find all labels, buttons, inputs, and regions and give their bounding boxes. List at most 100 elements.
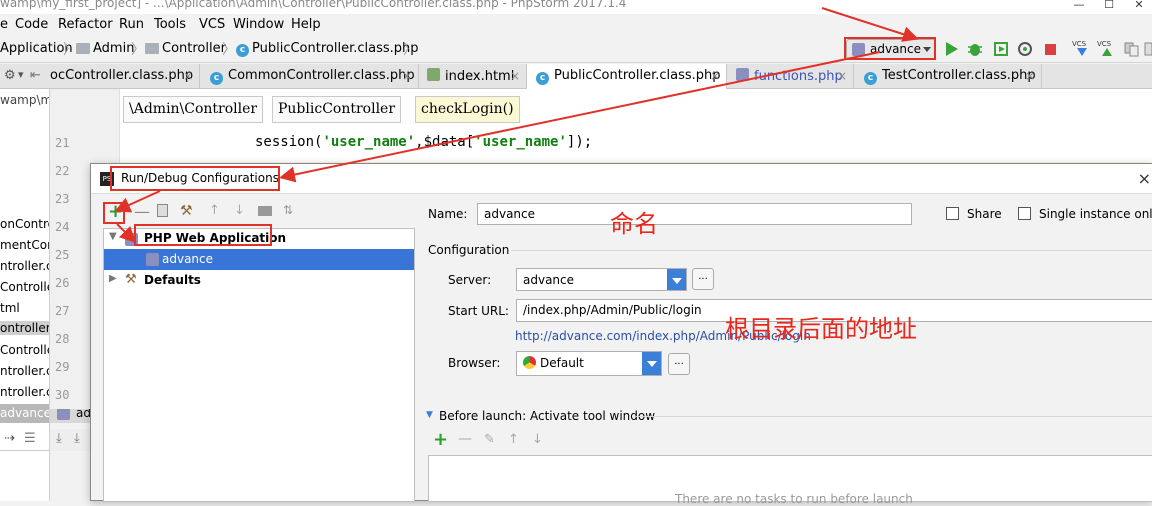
copy-icon[interactable]	[157, 204, 168, 217]
name-label: Name:	[428, 207, 468, 221]
scope-chip-method[interactable]: checkLogin()	[415, 96, 520, 123]
debug-icon[interactable]	[966, 40, 984, 58]
empty-task-message: There are no tasks to run before launch	[675, 492, 913, 506]
coverage-icon[interactable]	[992, 40, 1010, 58]
run-tool-tab[interactable]: advance	[0, 404, 49, 423]
project-item[interactable]: onContro	[0, 217, 49, 231]
before-launch-task-list[interactable]: There are no tasks to run before launch	[428, 455, 1152, 506]
tree-item-defaults[interactable]: Defaults	[144, 273, 201, 287]
breadcrumb-application[interactable]: Application	[0, 41, 73, 56]
rerun-icon[interactable]: ⇢	[4, 431, 15, 446]
export-icon[interactable]: ⤓	[74, 431, 80, 446]
scope-chip-class[interactable]: PublicController	[272, 96, 402, 123]
server-select[interactable]: advance	[516, 268, 687, 291]
gear-icon[interactable]: ⚙	[4, 68, 16, 83]
breadcrumb-file[interactable]: PublicController.class.php	[252, 41, 419, 56]
scope-chip-namespace[interactable]: \Admin\Controller	[123, 96, 264, 123]
menu-tools[interactable]: Tools	[154, 17, 186, 32]
maximize-button[interactable]: ☐	[1094, 0, 1124, 14]
move-task-down-icon[interactable]: ↓	[532, 432, 543, 447]
wrench-icon[interactable]: ⚒	[180, 203, 193, 219]
vcs-commit-icon[interactable]: VCS	[1097, 40, 1117, 58]
project-item[interactable]: ntroller.c	[0, 364, 49, 378]
browser-browse-button[interactable]: ...	[668, 353, 690, 375]
menu-run[interactable]: Run	[119, 17, 144, 32]
sort-icon[interactable]: ⇅	[283, 203, 293, 217]
import-icon[interactable]: ⤓	[56, 431, 62, 446]
name-input[interactable]: advance	[477, 203, 912, 225]
breadcrumb-separator: 〉	[131, 42, 145, 58]
vcs-update-icon[interactable]: VCS	[1072, 40, 1092, 58]
share-label: Share	[967, 207, 1002, 221]
project-panel: wamp\m onContro mentCon ntroller.c Contr…	[0, 89, 50, 501]
menu-code[interactable]: Code	[15, 17, 48, 32]
project-item[interactable]: Controller	[0, 343, 49, 357]
line-number: 30	[55, 388, 70, 402]
close-tab-icon[interactable]: ×	[402, 69, 412, 83]
expand-arrow-icon[interactable]: ▼	[109, 231, 117, 242]
tab-common-controller[interactable]: c CommonController.class.php ×	[200, 64, 419, 89]
hide-panel-icon[interactable]: ⇤	[30, 68, 41, 83]
server-browse-button[interactable]: ...	[692, 268, 714, 290]
menu-edit[interactable]: e	[0, 17, 8, 32]
edit-task-icon[interactable]: ✎	[484, 432, 495, 447]
section-divider	[636, 416, 1152, 417]
tab-public-controller[interactable]: c PublicController.class.php ×	[527, 64, 727, 89]
tab-label: PublicController.class.php	[554, 68, 721, 83]
breadcrumb-admin[interactable]: Admin	[93, 41, 134, 56]
line-number: 27	[55, 304, 70, 318]
close-tab-icon[interactable]: ×	[1025, 69, 1035, 83]
line-number: 24	[55, 220, 70, 234]
remove-icon[interactable]: —	[134, 202, 150, 221]
attach-icon[interactable]	[1016, 40, 1034, 58]
run-icon[interactable]	[942, 40, 960, 58]
project-item-selected[interactable]: ontroller	[0, 321, 49, 335]
dialog-close-button[interactable]: ×	[1138, 169, 1151, 188]
remove-task-icon[interactable]: —	[458, 431, 472, 447]
run-toolbar: ⇢ ☰	[0, 431, 49, 451]
annotation-box-php-web-app	[134, 224, 272, 246]
breadcrumb-separator: 〉	[63, 42, 77, 58]
server-label: Server:	[448, 273, 492, 287]
browser-select[interactable]: Default	[516, 351, 662, 376]
project-item[interactable]: mentCon	[0, 238, 49, 252]
project-item[interactable]: tml	[0, 301, 20, 315]
collapse-arrow-icon[interactable]: ▶	[109, 273, 117, 284]
close-tab-icon[interactable]: ×	[837, 69, 847, 83]
tab-functions-php[interactable]: functions.php ×	[727, 64, 854, 89]
close-window-button[interactable]: ✕	[1124, 0, 1152, 14]
menu-vcs[interactable]: VCS	[199, 17, 225, 32]
close-tab-icon[interactable]: ×	[510, 69, 520, 83]
menu-window[interactable]: Window	[233, 17, 284, 32]
project-item[interactable]: ntroller.c	[0, 385, 49, 399]
single-instance-checkbox[interactable]	[1018, 207, 1031, 220]
move-task-up-icon[interactable]: ↑	[508, 432, 519, 447]
close-tab-icon[interactable]: ×	[710, 69, 720, 83]
menu-help[interactable]: Help	[291, 17, 321, 32]
menu-refactor[interactable]: Refactor	[58, 17, 113, 32]
breadcrumb-controller[interactable]: Controller	[162, 41, 226, 56]
folder-icon[interactable]	[258, 206, 272, 216]
project-path[interactable]: wamp\m	[0, 93, 49, 107]
move-down-icon[interactable]: ↓	[234, 203, 245, 218]
list-icon[interactable]: ☰	[24, 431, 36, 446]
stop-icon[interactable]	[1041, 40, 1059, 58]
tab-test-controller[interactable]: c TestController.class.php ×	[854, 64, 1042, 89]
annotation-box-run-config	[844, 37, 936, 60]
configuration-tree: ▼ PHP Web Application advance ▶ ⚒ Defaul…	[103, 228, 415, 502]
collapse-section-icon[interactable]: ▼	[426, 410, 433, 420]
compare-icon[interactable]	[1122, 40, 1140, 58]
tab-oc-controller[interactable]: ocController.class.php ×	[50, 64, 200, 89]
close-tab-icon[interactable]: ×	[183, 69, 193, 83]
add-task-icon[interactable]: +	[433, 429, 448, 450]
minimize-button[interactable]: —	[1064, 0, 1094, 14]
move-up-icon[interactable]: ↑	[209, 203, 220, 218]
settings-dropdown-icon[interactable]: ▾	[18, 68, 24, 81]
share-checkbox[interactable]	[946, 207, 959, 220]
history-icon[interactable]	[1144, 40, 1152, 58]
project-item[interactable]: Controlle	[0, 280, 49, 294]
project-item[interactable]: ntroller.c	[0, 259, 49, 273]
tab-index-html[interactable]: index.html ×	[419, 64, 527, 89]
tree-item-advance[interactable]: advance	[162, 252, 213, 266]
tab-label: CommonController.class.php	[228, 68, 415, 83]
